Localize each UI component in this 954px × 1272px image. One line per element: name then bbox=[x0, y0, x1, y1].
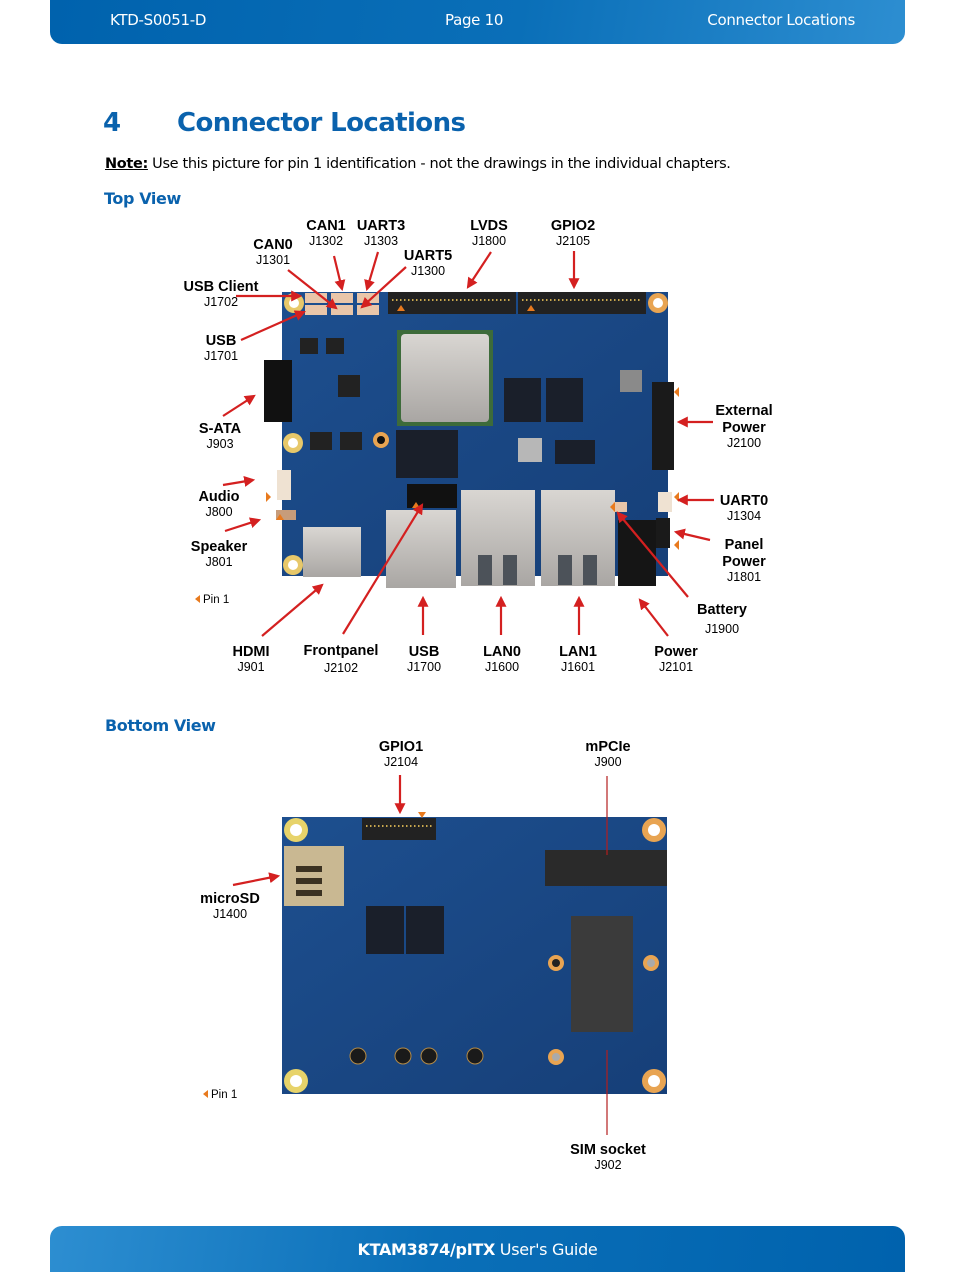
lan0-jack bbox=[461, 490, 535, 586]
bottom-view-board bbox=[282, 812, 667, 1094]
sata-connector bbox=[264, 360, 292, 422]
label-can0: CAN0 J1301 bbox=[253, 237, 293, 268]
label-battery: Battery J1900 bbox=[697, 602, 747, 637]
label-usb-j1700: USB J1700 bbox=[406, 644, 442, 675]
label-sim-socket: SIM socket J902 bbox=[570, 1142, 646, 1173]
label-panel-power: Panel Power J1801 bbox=[722, 537, 766, 585]
product-name: KTAM3874/pITX bbox=[357, 1240, 496, 1259]
label-lan0: LAN0 J1600 bbox=[483, 644, 521, 675]
label-lan1: LAN1 J1601 bbox=[559, 644, 597, 675]
pin1-triangle-icon bbox=[195, 595, 200, 603]
label-gpio2: GPIO2 J2105 bbox=[550, 218, 596, 249]
pin1-legend-bottom: Pin 1 bbox=[203, 1089, 237, 1101]
panel-power-jumper bbox=[656, 518, 670, 548]
label-microsd: microSD J1400 bbox=[200, 891, 260, 922]
microsd-socket bbox=[284, 846, 344, 906]
hdmi-connector bbox=[303, 527, 361, 577]
top-view-board bbox=[264, 292, 679, 588]
flash-chip bbox=[396, 430, 458, 478]
external-power-header bbox=[652, 382, 674, 470]
sim-socket bbox=[571, 916, 633, 1032]
gpio1-header bbox=[362, 818, 436, 840]
lvds-header bbox=[388, 292, 516, 314]
label-power: Power J2101 bbox=[654, 644, 698, 675]
footer-guide-text: User's Guide bbox=[495, 1240, 598, 1259]
label-usb-j1701: USB J1701 bbox=[203, 333, 239, 364]
page-footer: KTAM3874/pITX User's Guide bbox=[50, 1226, 905, 1272]
label-uart5: UART5 J1300 bbox=[403, 248, 453, 279]
usb-jack bbox=[386, 510, 456, 588]
pin1-legend-top: Pin 1 bbox=[195, 594, 229, 606]
label-mpcie: mPCIe J900 bbox=[585, 739, 631, 770]
lan1-jack bbox=[541, 490, 615, 586]
gpio2-header bbox=[518, 292, 646, 314]
label-sata: S-ATA J903 bbox=[198, 421, 242, 452]
label-uart0: UART0 J1304 bbox=[719, 493, 769, 524]
label-can1: CAN1 J1302 bbox=[306, 218, 346, 249]
label-gpio1: GPIO1 J2104 bbox=[378, 739, 424, 770]
label-hdmi: HDMI J901 bbox=[232, 644, 270, 675]
label-uart3: UART3 J1303 bbox=[356, 218, 406, 249]
battery-connector bbox=[613, 502, 627, 512]
label-external-power: External Power J2100 bbox=[715, 403, 773, 451]
bottom-view-heading: Bottom View bbox=[105, 716, 216, 735]
label-frontpanel: Frontpanel J2102 bbox=[303, 643, 379, 676]
pin1-triangle-icon bbox=[203, 1090, 208, 1098]
uart0-connector bbox=[658, 492, 672, 512]
board-illustrations bbox=[222, 251, 714, 1135]
audio-connector bbox=[277, 470, 291, 500]
label-lvds: LVDS J1800 bbox=[470, 218, 508, 249]
label-usb-client: USB Client J1702 bbox=[183, 279, 259, 310]
label-audio: Audio J800 bbox=[198, 489, 240, 520]
label-speaker: Speaker J801 bbox=[190, 539, 248, 570]
soc-chip bbox=[401, 334, 489, 422]
mpcie-slot bbox=[545, 850, 667, 886]
